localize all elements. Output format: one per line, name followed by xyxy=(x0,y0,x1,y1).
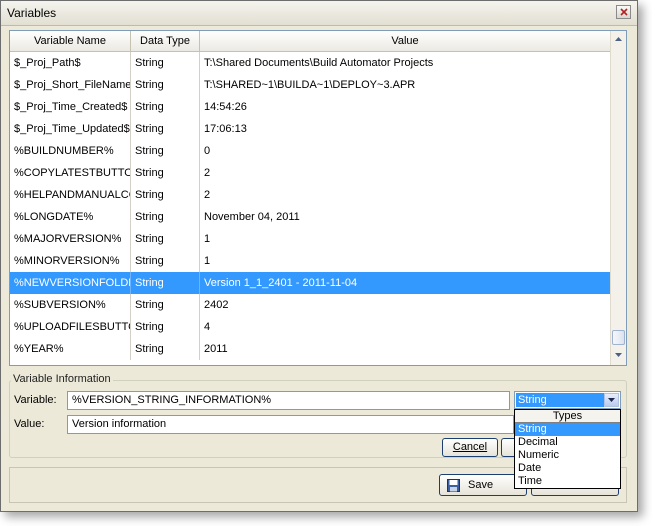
value-cell: 1 xyxy=(204,233,211,245)
scroll-up-button[interactable] xyxy=(611,31,626,47)
save-label: Save xyxy=(468,479,494,491)
table-row[interactable]: $_Proj_Time_Created$ String 14:54:26 xyxy=(10,96,610,118)
value-cell: 1 xyxy=(204,255,211,267)
data-type-cell: String xyxy=(131,162,200,184)
types-dropdown[interactable]: Types String Decimal Numeric Date Time xyxy=(514,409,621,489)
title-bar: Variables xyxy=(1,1,637,26)
value-cell: 2 xyxy=(204,189,211,201)
types-dropdown-header: Types xyxy=(515,410,620,423)
type-select-value: String xyxy=(516,393,604,407)
value-cell: T:\Shared Documents\Build Automator Proj… xyxy=(204,57,434,69)
variable-name-cell: %MINORVERSION% xyxy=(10,250,131,272)
value-cell: November 04, 2011 xyxy=(204,211,300,223)
value-cell: 14:54:26 xyxy=(204,101,247,113)
type-select[interactable]: String xyxy=(514,391,621,409)
data-type-cell: String xyxy=(131,272,200,294)
data-type-cell: String xyxy=(131,206,200,228)
variables-grid[interactable]: Variable Name Data Type Value $_Proj_Pat… xyxy=(9,30,627,366)
type-option-string[interactable]: String xyxy=(515,423,620,436)
value-label: Value: xyxy=(14,418,45,430)
variable-name-cell: %SUBVERSION% xyxy=(10,294,131,316)
type-option-numeric[interactable]: Numeric xyxy=(515,449,620,462)
data-type-cell: String xyxy=(131,184,200,206)
variable-name-cell: $_Proj_Time_Created$ xyxy=(10,96,131,118)
table-row[interactable]: %HELPANDMANUALCOMString 2 xyxy=(10,184,610,206)
column-header-value[interactable]: Value xyxy=(200,31,610,51)
arrow-down-icon xyxy=(615,353,622,357)
column-header-data-type[interactable]: Data Type xyxy=(131,31,200,51)
chevron-down-icon xyxy=(608,398,615,402)
value-cell: 17:06:13 xyxy=(204,123,247,135)
table-row[interactable]: %MINORVERSION% String 1 xyxy=(10,250,610,272)
arrow-up-icon xyxy=(615,37,622,41)
variable-name-cell: $_Proj_Time_Updated$ xyxy=(10,118,131,140)
table-row[interactable]: $_Proj_Time_Updated$ String 17:06:13 xyxy=(10,118,610,140)
data-type-cell: String xyxy=(131,316,200,338)
variable-label: Variable: xyxy=(14,394,57,406)
table-row[interactable]: %SUBVERSION% String 2402 xyxy=(10,294,610,316)
variable-name-cell: $_Proj_Path$ xyxy=(10,52,131,74)
scroll-down-button[interactable] xyxy=(611,347,626,363)
type-option-decimal[interactable]: Decimal xyxy=(515,436,620,449)
variable-name-cell: $_Proj_Short_FileName$ xyxy=(10,74,131,96)
value-cell: 2011 xyxy=(204,343,228,355)
variable-name-cell: %YEAR% xyxy=(10,338,131,360)
column-header-variable-name[interactable]: Variable Name xyxy=(10,31,131,51)
table-row[interactable]: %YEAR% String 2011 xyxy=(10,338,610,360)
grid-header: Variable Name Data Type Value xyxy=(10,31,610,52)
table-row-selected[interactable]: %NEWVERSIONFOLDER String Version 1_1_2401 … xyxy=(10,272,610,294)
value-cell: T:\SHARED~1\BUILDA~1\DEPLOY~3.APR xyxy=(204,79,416,91)
type-option-date[interactable]: Date xyxy=(515,462,620,475)
data-type-cell: String xyxy=(131,228,200,250)
table-row[interactable]: $_Proj_Short_FileName$ String T:\SHARED~1\… xyxy=(10,74,610,96)
vertical-scrollbar[interactable] xyxy=(610,31,626,365)
type-select-button[interactable] xyxy=(604,393,619,407)
variable-name-cell: %NEWVERSIONFOLDER xyxy=(10,272,131,294)
variable-name-cell: %HELPANDMANUALCOM xyxy=(10,184,131,206)
variable-name-cell: %BUILDNUMBER% xyxy=(10,140,131,162)
table-row[interactable]: %COPYLATESTBUTTON%String 2 xyxy=(10,162,610,184)
scroll-thumb[interactable] xyxy=(612,330,625,345)
data-type-cell: String xyxy=(131,52,200,74)
cancel-edit-button[interactable]: Cancel xyxy=(442,438,498,457)
value-cell: 0 xyxy=(204,145,211,157)
value-cell: 4 xyxy=(204,321,211,333)
value-cell: 2 xyxy=(204,167,211,179)
variable-name-input[interactable]: %VERSION_STRING_INFORMATION% xyxy=(67,391,510,410)
table-row[interactable]: %MAJORVERSION% String 1 xyxy=(10,228,610,250)
variable-name-cell: %LONGDATE% xyxy=(10,206,131,228)
variable-information-legend: Variable Information xyxy=(11,373,113,385)
data-type-cell: String xyxy=(131,74,200,96)
data-type-cell: String xyxy=(131,338,200,360)
close-button[interactable] xyxy=(616,5,631,19)
ok-edit-button[interactable] xyxy=(501,438,515,457)
table-row[interactable]: %UPLOADFILESBUTTONString 4 xyxy=(10,316,610,338)
table-row[interactable]: $_Proj_Path$ String T:\Shared Documents\Bu… xyxy=(10,52,610,74)
data-type-cell: String xyxy=(131,294,200,316)
save-icon xyxy=(447,479,460,492)
data-type-cell: String xyxy=(131,140,200,162)
window-title: Variables xyxy=(7,6,57,20)
variable-name-cell: %COPYLATESTBUTTON% xyxy=(10,162,131,184)
table-row[interactable]: %BUILDNUMBER% String 0 xyxy=(10,140,610,162)
variables-window: Variables Variable Name Data Type Value … xyxy=(0,0,638,512)
table-row[interactable]: %LONGDATE% String November 04, 2011 xyxy=(10,206,610,228)
value-cell: 2402 xyxy=(204,299,229,311)
type-option-time[interactable]: Time xyxy=(515,475,620,488)
close-icon xyxy=(620,8,628,16)
data-type-cell: String xyxy=(131,250,200,272)
variable-name-cell: %UPLOADFILESBUTTON xyxy=(10,316,131,338)
value-cell: Version 1_1_2401 - 2011-11-04 xyxy=(204,277,358,289)
cancel-edit-label: Cancel xyxy=(452,441,488,453)
data-type-cell: String xyxy=(131,118,200,140)
data-type-cell: String xyxy=(131,96,200,118)
variable-name-cell: %MAJORVERSION% xyxy=(10,228,131,250)
value-input[interactable]: Version information xyxy=(67,415,514,434)
